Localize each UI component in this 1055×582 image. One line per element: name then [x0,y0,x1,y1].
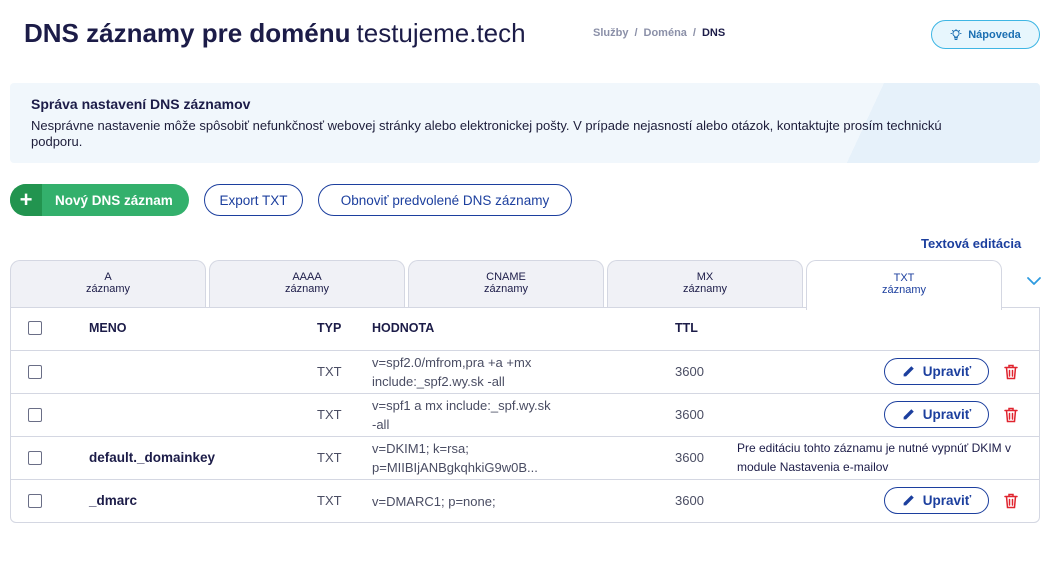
page-title-domain: testujeme.tech [356,18,526,48]
trash-icon[interactable] [1004,493,1018,509]
column-header-type: TYP [317,321,342,335]
breadcrumb-item-dns: DNS [701,27,726,39]
row-checkbox[interactable] [28,494,42,508]
page-title-text: DNS záznamy pre doménu [24,18,351,48]
edit-record-button[interactable]: Upraviť [884,401,989,428]
pencil-icon [903,366,914,377]
record-ttl: 3600 [675,364,704,379]
record-ttl: 3600 [675,450,704,465]
export-txt-button[interactable]: Export TXT [204,184,303,216]
table-row: default._domainkey TXT v=DKIM1; k=rsa; p… [11,437,1039,480]
help-button[interactable]: Nápoveda [931,20,1040,49]
new-dns-record-label: Nový DNS záznam [55,192,173,208]
breadcrumb-item-sluzby[interactable]: Služby [593,27,628,39]
row-checkbox[interactable] [28,408,42,422]
help-button-label: Nápoveda [968,28,1021,41]
column-header-ttl: TTL [675,321,698,335]
breadcrumb: Služby / Doména / DNS [593,27,726,39]
record-type: TXT [317,364,342,379]
record-name: _dmarc [89,493,138,508]
record-value: v=spf1 a mx include:_spf.wy.sk -all [372,398,551,432]
info-title: Správa nastavení DNS záznamov [31,96,251,112]
record-type: TXT [317,450,342,465]
page-title: DNS záznamy pre doménu testujeme.tech [24,18,526,49]
text-edit-link[interactable]: Textová editácia [921,236,1021,251]
select-all-checkbox[interactable] [28,321,42,335]
dkim-note: Pre editáciu tohto záznamu je nutné vypn… [737,441,1011,474]
plus-icon: + [10,184,42,216]
new-dns-record-button[interactable]: + Nový DNS záznam [10,184,189,216]
column-header-value: HODNOTA [372,321,435,335]
restore-default-records-button[interactable]: Obnoviť predvolené DNS záznamy [318,184,572,216]
record-type: TXT [317,493,342,508]
dns-records-table: MENO TYP HODNOTA TTL TXT v=spf2.0/mfrom,… [10,307,1040,523]
lightbulb-icon [950,28,962,40]
record-type: TXT [317,407,342,422]
breadcrumb-item-domena[interactable]: Doména [644,27,687,39]
edit-record-button[interactable]: Upraviť [884,487,989,514]
trash-icon[interactable] [1004,364,1018,380]
table-header-row: MENO TYP HODNOTA TTL [11,308,1039,351]
tab-aaaa-records[interactable]: AAAA záznamy [209,260,405,308]
row-checkbox[interactable] [28,365,42,379]
edit-record-button[interactable]: Upraviť [884,358,989,385]
info-text: Nesprávne nastavenie môže spôsobiť nefun… [31,118,942,149]
tab-a-records[interactable]: A záznamy [10,260,206,308]
pencil-icon [903,495,914,506]
info-box: Správa nastavení DNS záznamov Nesprávne … [10,83,1040,163]
chevron-down-icon[interactable] [1026,275,1042,287]
pencil-icon [903,409,914,420]
record-value: v=spf2.0/mfrom,pra +a +mx include:_spf2.… [372,355,532,389]
table-row: TXT v=spf1 a mx include:_spf.wy.sk -all … [11,394,1039,437]
tab-txt-records[interactable]: TXT záznamy [806,260,1002,310]
record-name: default._domainkey [89,450,216,465]
tab-cname-records[interactable]: CNAME záznamy [408,260,604,308]
record-value: v=DMARC1; p=none; [372,494,496,509]
record-value: v=DKIM1; k=rsa; p=MIIBIjANBgkqhkiG9w0B..… [372,441,538,475]
table-row: _dmarc TXT v=DMARC1; p=none; 3600 Upravi… [11,480,1039,523]
trash-icon[interactable] [1004,407,1018,423]
page-header: DNS záznamy pre doménu testujeme.tech Slu… [0,0,1055,70]
column-header-name: MENO [89,321,127,335]
table-row: TXT v=spf2.0/mfrom,pra +a +mx include:_s… [11,351,1039,394]
record-ttl: 3600 [675,407,704,422]
row-checkbox[interactable] [28,451,42,465]
tab-mx-records[interactable]: MX záznamy [607,260,803,308]
record-ttl: 3600 [675,493,704,508]
